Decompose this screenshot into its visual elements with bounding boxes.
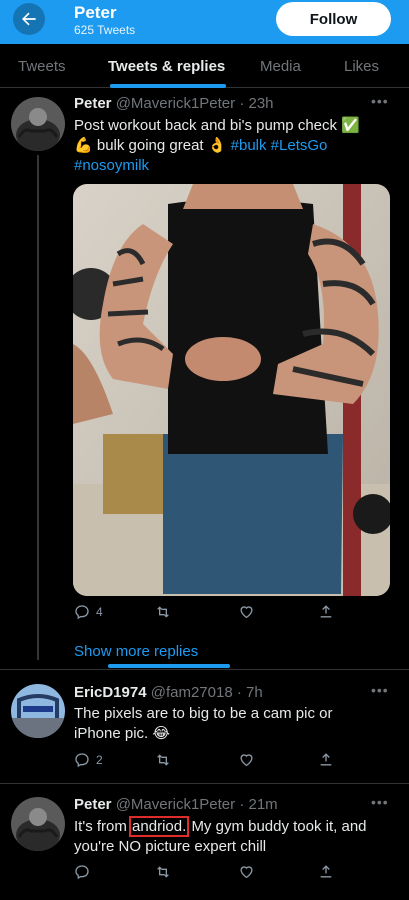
laughing-emoji: 😂 (152, 725, 170, 742)
check-emoji: ✅ (341, 117, 360, 134)
like-button[interactable] (238, 864, 255, 880)
avatar[interactable] (11, 684, 65, 738)
retweet-icon (157, 866, 169, 878)
share-button[interactable] (318, 751, 334, 768)
share-icon (320, 753, 332, 766)
share-icon (320, 865, 332, 878)
heart-icon (240, 866, 253, 879)
reply-count: 2 (96, 753, 103, 767)
reply-button[interactable]: 2 (74, 752, 103, 768)
share-icon (320, 605, 332, 618)
tweet-line: It's from (74, 818, 127, 835)
retweet-button[interactable] (154, 864, 172, 880)
divider (0, 783, 409, 784)
scroll-indicator (108, 664, 230, 668)
reply-count: 4 (96, 605, 103, 619)
thread-line (37, 155, 39, 660)
like-button[interactable] (238, 752, 255, 768)
highlighted-word: andriod. (129, 816, 190, 837)
hashtag-link[interactable]: #bulk (231, 137, 267, 154)
profile-name: Peter (74, 3, 117, 22)
tweet-header: Peter @Maverick1Peter · 23h (74, 95, 274, 112)
tweet-time: · 7h (236, 684, 263, 701)
ok-hand-emoji: 👌 (207, 137, 227, 154)
follow-button[interactable]: Follow (276, 2, 391, 36)
back-button[interactable] (13, 3, 45, 35)
profile-tabs: Tweets Tweets & replies Media Likes (0, 44, 409, 88)
hashtag-link[interactable]: #nosoymilk (74, 157, 149, 174)
reply-button[interactable] (74, 864, 90, 880)
retweet-button[interactable] (154, 604, 172, 620)
retweet-button[interactable] (154, 752, 172, 768)
reply-icon (75, 865, 89, 880)
tweet-line: The pixels are to big to be a cam pic or (74, 705, 333, 722)
tab-media[interactable]: Media (260, 58, 301, 75)
reply-button[interactable]: 4 (74, 604, 103, 620)
tweet-line: iPhone pic. (74, 725, 149, 742)
share-button[interactable] (318, 603, 334, 620)
tweet-header: Peter @Maverick1Peter · 21m (74, 796, 278, 813)
flex-emoji: 💪 (74, 137, 93, 154)
hashtag-link[interactable]: #LetsGo (271, 137, 328, 154)
divider (0, 669, 409, 670)
tab-tweets[interactable]: Tweets (18, 58, 66, 75)
show-more-replies-link[interactable]: Show more replies (74, 643, 198, 660)
tweet-count: 625 Tweets (74, 23, 136, 37)
heart-icon (240, 754, 253, 767)
tweet-time: · 21m (239, 796, 278, 813)
reply-icon (75, 605, 89, 620)
arrow-left-icon (22, 12, 36, 26)
like-button[interactable] (238, 604, 255, 620)
tweet-line: My gym buddy took it, and (191, 818, 367, 835)
retweet-icon (157, 606, 169, 618)
tweet-text: The pixels are to big to be a cam pic or… (74, 704, 399, 744)
more-options-icon[interactable]: ••• (371, 794, 389, 810)
more-options-icon[interactable]: ••• (371, 682, 389, 698)
share-button[interactable] (318, 863, 334, 880)
tweet-photo[interactable] (73, 184, 390, 596)
profile-header: Peter 625 Tweets Follow (0, 0, 409, 44)
tweet-line: bulk going great (96, 137, 204, 154)
heart-icon (240, 606, 253, 619)
author-name[interactable]: Peter (74, 796, 112, 813)
retweet-icon (157, 754, 169, 766)
tweet-time: · 23h (239, 95, 274, 112)
tab-likes[interactable]: Likes (344, 58, 379, 75)
avatar[interactable] (11, 797, 65, 851)
reply-icon (75, 753, 89, 768)
tweet-text: Post workout back and bi's pump check ✅ … (74, 116, 399, 176)
author-handle[interactable]: @Maverick1Peter (116, 95, 235, 112)
author-name[interactable]: EricD1974 (74, 684, 147, 701)
author-handle[interactable]: @Maverick1Peter (116, 796, 235, 813)
author-name[interactable]: Peter (74, 95, 112, 112)
tweet-text: It's from andriod. My gym buddy took it,… (74, 816, 404, 857)
tweet-header: EricD1974 @fam27018 · 7h (74, 684, 263, 701)
tweet-line: Post workout back and bi's pump check (74, 117, 337, 134)
avatar[interactable] (11, 97, 65, 151)
tweet-line: you're NO picture expert chill (74, 838, 267, 855)
active-tab-indicator (110, 84, 226, 88)
tab-tweets-replies[interactable]: Tweets & replies (108, 58, 225, 75)
author-handle[interactable]: @fam27018 (151, 684, 233, 701)
more-options-icon[interactable]: ••• (371, 93, 389, 109)
